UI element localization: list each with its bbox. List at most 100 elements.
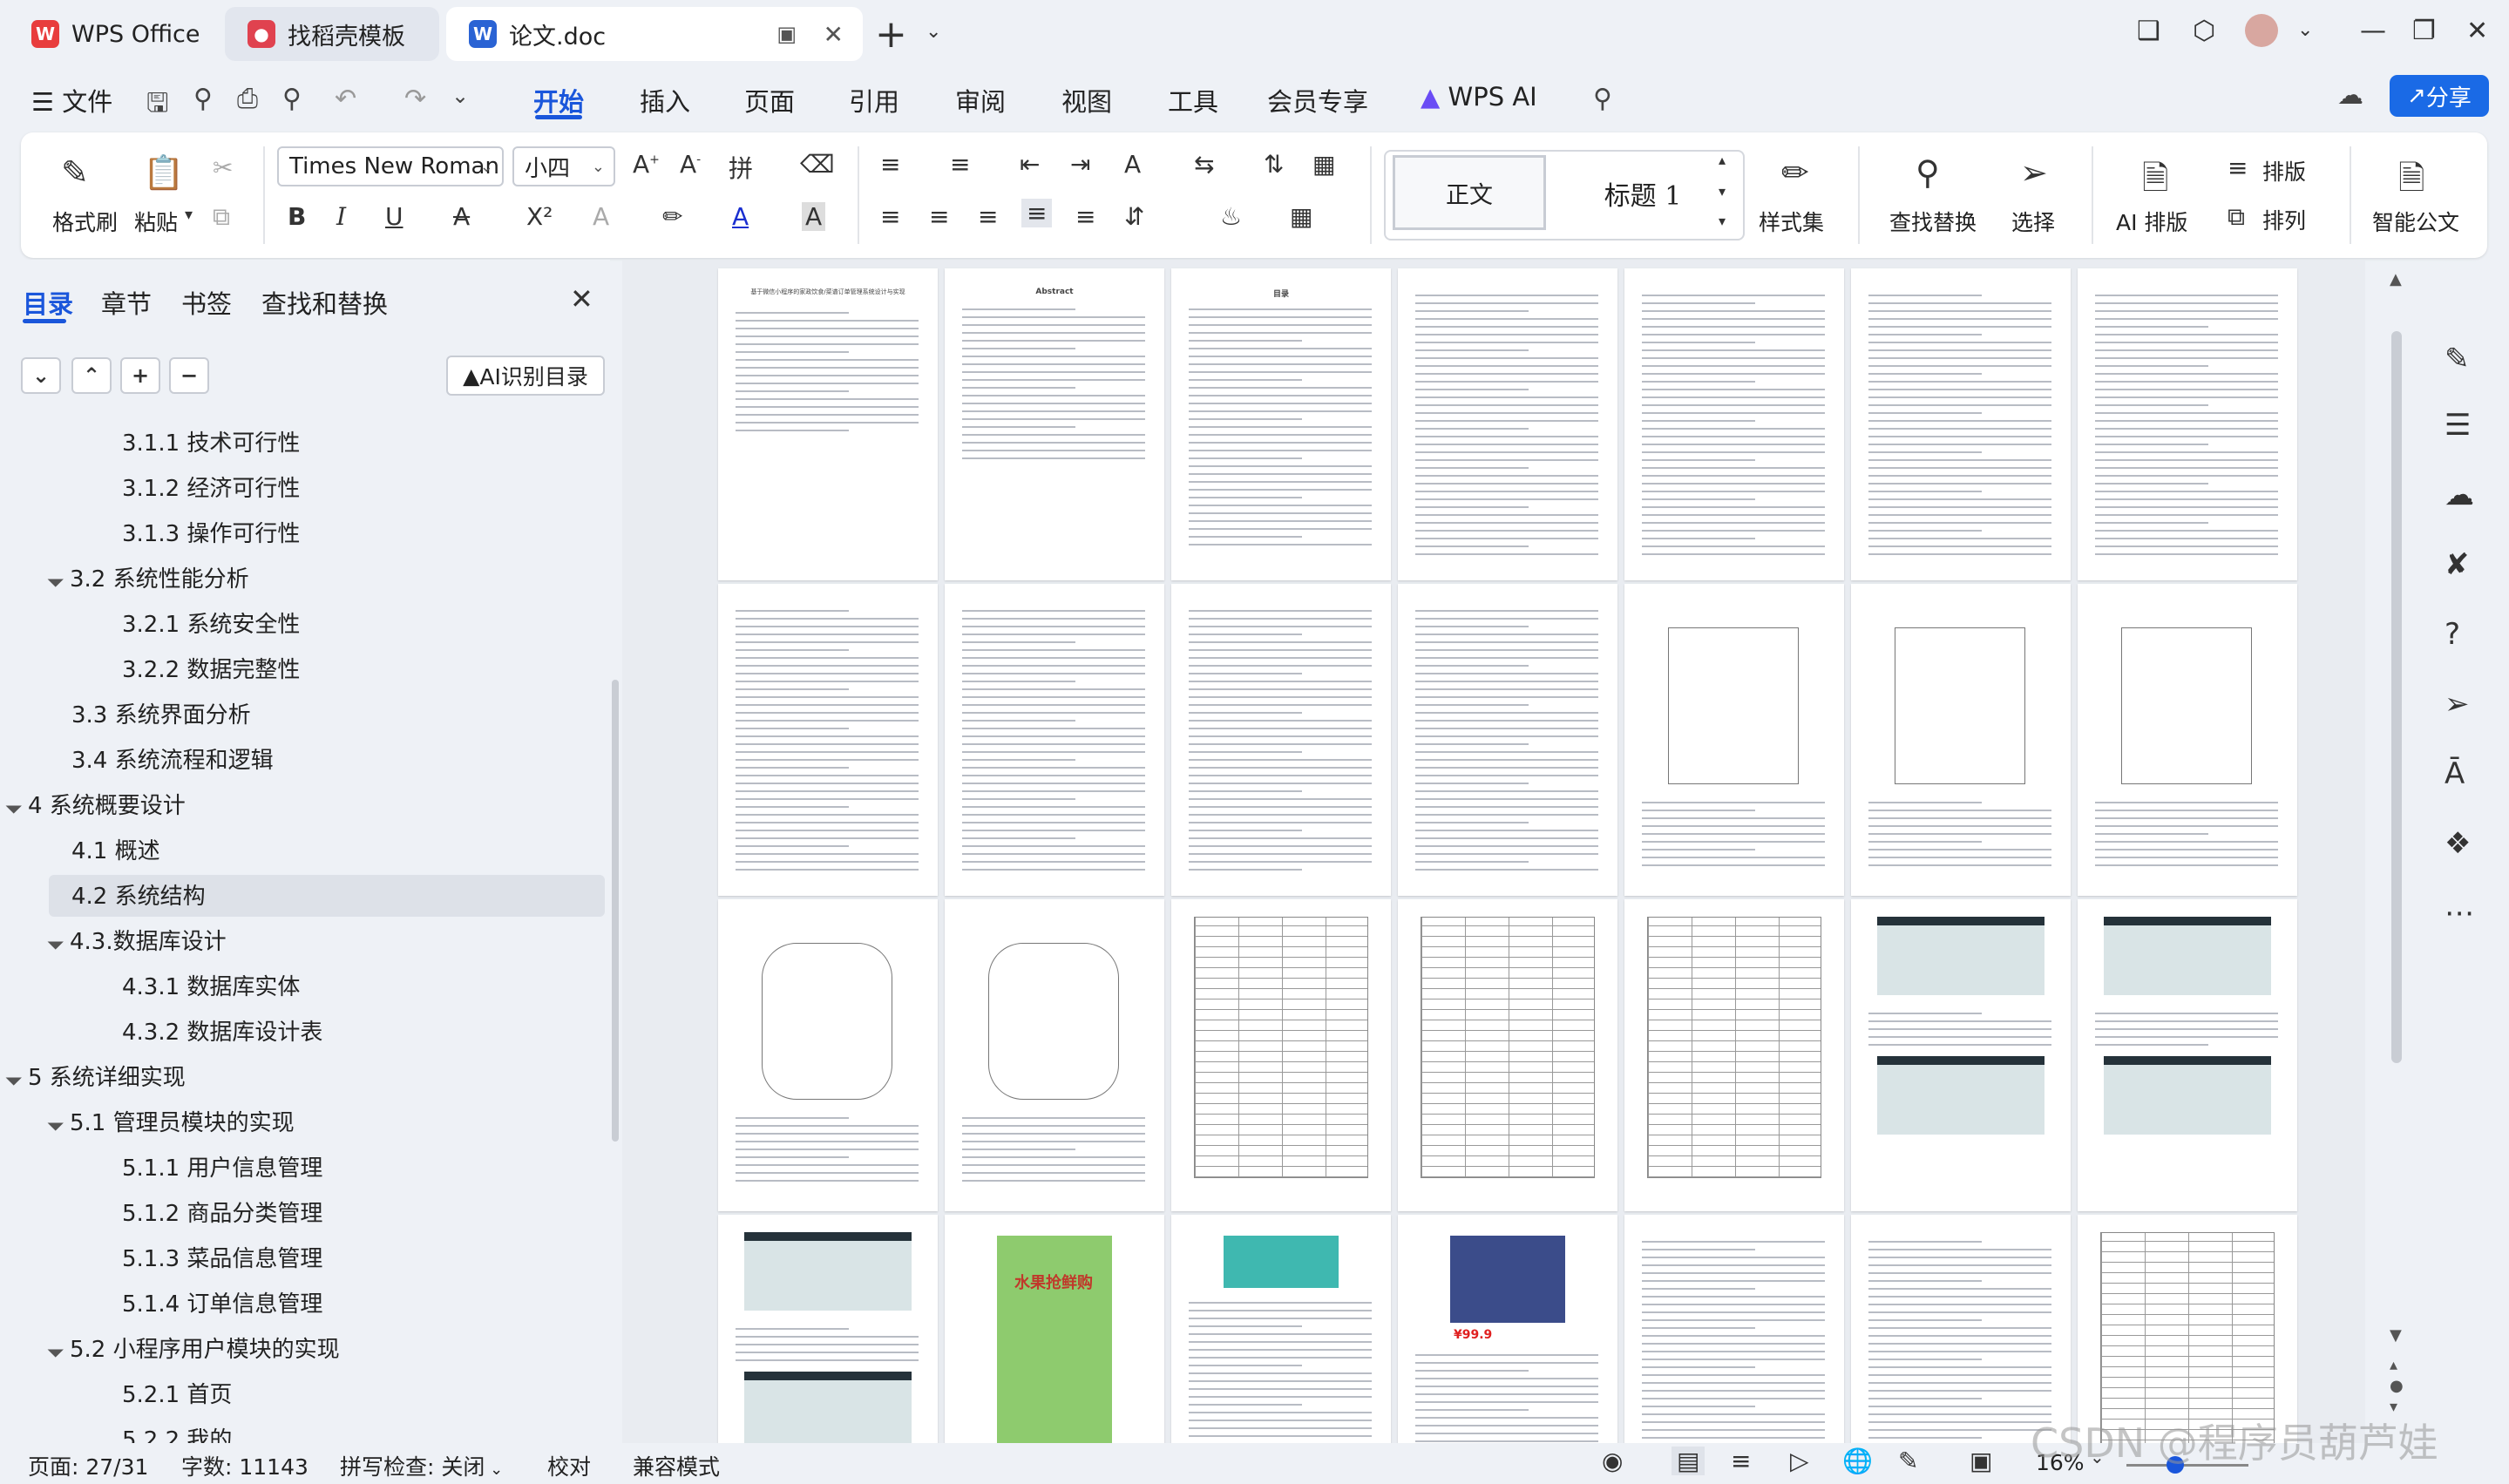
- smart-doc-label[interactable]: 智能公文: [2372, 206, 2459, 237]
- toc-item[interactable]: 4.3.2 数据库设计表: [122, 1014, 322, 1047]
- toc-item[interactable]: 3.2.2 数据完整性: [122, 652, 300, 684]
- page-thumbnail[interactable]: 基于微信小程序的家政饮食/菜谱订单管理系统设计与实现: [718, 268, 938, 580]
- share-button[interactable]: ↗ 分享: [2390, 75, 2489, 117]
- expand-arrow-icon[interactable]: ◢: [3, 795, 31, 822]
- toc-item[interactable]: ◢ 5.2 小程序用户模块的实现: [45, 1332, 339, 1364]
- page-thumbnail[interactable]: [2078, 268, 2297, 580]
- page-thumbnail[interactable]: [1171, 584, 1391, 896]
- select-label[interactable]: 选择: [2011, 206, 2055, 237]
- menu-file[interactable]: ☰ 文件: [31, 82, 112, 119]
- nav-tab-find-replace[interactable]: 查找和替换: [261, 284, 388, 321]
- expand-styles-icon[interactable]: ▾: [1719, 213, 1726, 229]
- expand-arrow-icon[interactable]: ◢: [45, 1112, 72, 1139]
- font-color-icon[interactable]: A: [732, 202, 749, 231]
- toc-item[interactable]: 5.1.2 商品分类管理: [122, 1196, 322, 1228]
- expand-arrow-icon[interactable]: ◢: [3, 1067, 31, 1094]
- style-normal[interactable]: 正文: [1393, 155, 1546, 230]
- toc-item[interactable]: 3.1.1 技术可行性: [122, 425, 300, 457]
- align-center-icon[interactable]: ≡: [929, 202, 949, 231]
- nav-tab-bookmarks[interactable]: 书签: [181, 284, 232, 321]
- toc-item[interactable]: ◢ 5 系统详细实现: [3, 1060, 185, 1092]
- format-painter-label[interactable]: 格式刷: [52, 206, 118, 237]
- redo-icon[interactable]: ↷: [404, 84, 426, 114]
- toc-item[interactable]: 5.1.3 菜品信息管理: [122, 1241, 322, 1273]
- scroll-down-icon[interactable]: ▼: [2390, 1326, 2402, 1345]
- toc-item[interactable]: 5.1.4 订单信息管理: [122, 1286, 322, 1318]
- prev-page-icon[interactable]: ▴: [2390, 1356, 2397, 1374]
- minimize-icon[interactable]: —: [2360, 16, 2386, 46]
- show-marks-icon[interactable]: ▦: [1312, 150, 1335, 179]
- select-cursor-icon[interactable]: ➢: [2445, 687, 2470, 722]
- promote-level-button[interactable]: ⌃: [71, 357, 112, 394]
- monitor-icon[interactable]: ▣: [776, 22, 797, 46]
- find-replace-label[interactable]: 查找替换: [1889, 206, 1977, 237]
- page-thumbnail[interactable]: [718, 584, 938, 896]
- expand-arrow-icon[interactable]: ◢: [45, 1338, 72, 1365]
- superscript-icon[interactable]: X²: [526, 202, 553, 231]
- font-name-select[interactable]: Times New Roman ⌄: [277, 146, 504, 186]
- menu-insert[interactable]: 插入: [640, 82, 690, 119]
- page-thumbnail[interactable]: [945, 584, 1164, 896]
- page-thumbnail[interactable]: [1851, 899, 2071, 1211]
- line-spacing-icon[interactable]: ⇵: [1124, 202, 1144, 231]
- nav-tab-toc[interactable]: 目录: [23, 284, 73, 321]
- fit-page-icon[interactable]: ▣: [1970, 1447, 1992, 1475]
- chevron-down-icon[interactable]: ▾: [1719, 183, 1726, 200]
- maximize-icon[interactable]: ❐: [2412, 16, 2436, 46]
- toc-item[interactable]: 3.3 系统界面分析: [71, 697, 251, 729]
- tab-templates[interactable]: ● 找稻壳模板: [225, 7, 439, 61]
- page-thumbnail[interactable]: [1624, 1215, 1844, 1443]
- customize-toolbar-icon[interactable]: ⌄: [451, 84, 469, 108]
- cloud-icon[interactable]: ☁: [2445, 478, 2474, 512]
- toc-item[interactable]: ◢ 4 系统概要设计: [3, 788, 185, 820]
- translate-icon[interactable]: Ā: [2445, 756, 2465, 791]
- increase-indent-icon[interactable]: ⇥: [1070, 150, 1090, 179]
- ai-toc-button[interactable]: ▲ AI识别目录: [446, 356, 605, 396]
- outline-view-icon[interactable]: ≡: [1731, 1447, 1751, 1475]
- nav-tab-sections[interactable]: 章节: [101, 284, 152, 321]
- close-tab-icon[interactable]: ✕: [824, 20, 844, 49]
- shrink-font-icon[interactable]: A-: [680, 150, 701, 179]
- layout-icon[interactable]: ≡: [2228, 153, 2248, 182]
- toc-item[interactable]: 5.1.1 用户信息管理: [122, 1150, 322, 1182]
- proofread-button[interactable]: 校对: [547, 1450, 591, 1481]
- justify-icon[interactable]: ≡: [1021, 199, 1053, 227]
- font-size-select[interactable]: 小四 ⌄: [512, 146, 615, 186]
- menu-member[interactable]: 会员专享: [1267, 82, 1368, 119]
- chevron-up-icon[interactable]: ▴: [1719, 152, 1726, 168]
- text-direction-icon[interactable]: ⇆: [1194, 150, 1214, 179]
- toc-item[interactable]: ◢ 5.1 管理员模块的实现: [45, 1105, 294, 1137]
- page-thumbnail[interactable]: [2078, 1215, 2297, 1443]
- close-icon[interactable]: ✕: [570, 282, 593, 315]
- toc-item[interactable]: ◢ 4.3.数据库设计: [45, 924, 226, 956]
- menu-references[interactable]: 引用: [849, 82, 899, 119]
- chevron-down-icon[interactable]: ⌄: [926, 21, 941, 43]
- chevron-down-icon[interactable]: ⌄: [2297, 19, 2313, 41]
- sort-icon[interactable]: ⇅: [1264, 150, 1284, 179]
- page-thumbnail[interactable]: [1624, 268, 1844, 580]
- clear-format-icon[interactable]: ⌫: [800, 150, 835, 179]
- toc-item[interactable]: 4.2 系统结构: [71, 878, 206, 911]
- expand-arrow-icon[interactable]: ◢: [45, 568, 72, 595]
- menu-tools[interactable]: 工具: [1168, 82, 1218, 119]
- italic-icon[interactable]: I: [336, 202, 346, 231]
- toc-item[interactable]: 3.2.1 系统安全性: [122, 606, 300, 639]
- paste-label[interactable]: 粘贴: [134, 206, 178, 237]
- collapse-all-button[interactable]: ⌄: [21, 357, 61, 394]
- document-thumbnail-area[interactable]: 基于微信小程序的家政饮食/菜谱订单管理系统设计与实现 Abstract 目录 水果抢鲜…: [622, 260, 2365, 1443]
- page-thumbnail[interactable]: [1624, 584, 1844, 896]
- menu-view[interactable]: 视图: [1061, 82, 1112, 119]
- page-thumbnail[interactable]: [1171, 899, 1391, 1211]
- add-heading-button[interactable]: +: [120, 357, 160, 394]
- align-right-icon[interactable]: ≡: [978, 202, 998, 231]
- format-painter-icon[interactable]: ✎: [61, 153, 89, 192]
- toc-item[interactable]: 5.2.1 首页: [122, 1377, 232, 1409]
- style-set-label[interactable]: 样式集: [1759, 206, 1824, 237]
- toc-item[interactable]: ◢ 3.2 系统性能分析: [45, 561, 248, 593]
- align-left-icon[interactable]: ≡: [880, 202, 900, 231]
- search-icon[interactable]: ⚲: [1593, 84, 1612, 114]
- page-thumbnail[interactable]: [1398, 899, 1617, 1211]
- grow-font-icon[interactable]: A+: [633, 150, 660, 179]
- char-shading-icon[interactable]: A: [802, 202, 826, 231]
- undo-icon[interactable]: ↶: [335, 84, 356, 114]
